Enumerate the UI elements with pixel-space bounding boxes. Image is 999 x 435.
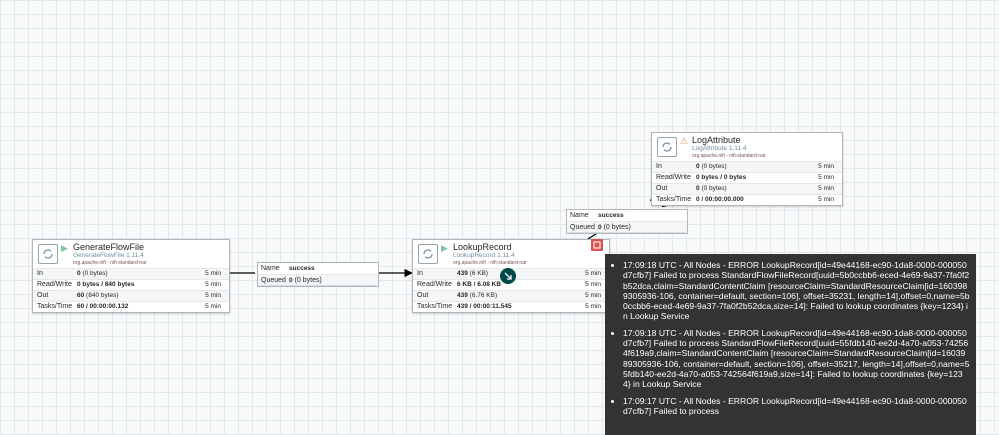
processor-generateflowfile[interactable]: ▶ GenerateFlowFile GenerateFlowFile 1.11… xyxy=(32,239,230,313)
processor-type: LookupRecord 1.11.4 xyxy=(453,252,515,259)
stat-time: 5 min xyxy=(205,292,221,299)
stat-label: Tasks/Time xyxy=(37,303,73,310)
play-icon: ▶ xyxy=(441,243,448,253)
stat-row-out: Out 439 (6.76 KB) 5 min xyxy=(413,290,609,301)
stat-value: 0 bytes / 840 bytes xyxy=(77,281,135,288)
stat-label: Read/Write xyxy=(417,281,452,288)
stat-time: 5 min xyxy=(818,185,834,192)
connection-name-row: Name success xyxy=(261,265,315,272)
stat-label: Out xyxy=(417,292,429,299)
stat-row-out: Out 0 (0 bytes) 5 min xyxy=(652,183,842,194)
stat-value: 0 / 00:00:00.000 xyxy=(696,196,744,203)
stat-value: 0 (0 bytes) xyxy=(696,163,727,170)
processor-name: GenerateFlowFile xyxy=(73,242,145,252)
connection-queued-row: Queued 0 (0 bytes) xyxy=(258,274,378,286)
processor-icon xyxy=(657,137,677,157)
connection-queued-row: Queued 0 (0 bytes) xyxy=(567,221,687,233)
stat-label: Tasks/Time xyxy=(656,196,692,203)
processor-type: GenerateFlowFile 1.11.4 xyxy=(73,252,144,259)
stat-time: 5 min xyxy=(585,303,601,310)
stat-value: 439 (6 KB) xyxy=(457,270,489,277)
bulletin-item: 17:09:18 UTC - All Nodes - ERROR LookupR… xyxy=(623,328,970,390)
processor-icon xyxy=(418,244,438,264)
stat-time: 5 min xyxy=(818,163,834,170)
processor-logattribute[interactable]: ⚠ LogAttribute LogAttribute 1.11.4 org.a… xyxy=(651,132,843,206)
bulletin-tooltip: 17:09:18 UTC - All Nodes - ERROR LookupR… xyxy=(605,254,976,435)
bulletin-item: 17:09:18 UTC - All Nodes - ERROR LookupR… xyxy=(623,260,970,322)
connection-label-success-1[interactable]: Name success Queued 0 (0 bytes) xyxy=(257,262,379,287)
stat-label: Read/Write xyxy=(656,174,691,181)
processor-name: LogAttribute xyxy=(692,135,741,145)
processor-bundle: org.apache.nifi - nifi-standard-nar xyxy=(73,260,147,266)
stat-time: 5 min xyxy=(205,270,221,277)
stat-row-readwrite: Read/Write 0 bytes / 840 bytes 5 min xyxy=(33,279,229,290)
stat-value: 439 / 00:00:11.545 xyxy=(457,303,512,310)
processor-icon xyxy=(38,244,58,264)
processor-type: LogAttribute 1.11.4 xyxy=(692,145,747,152)
play-icon: ▶ xyxy=(61,243,68,253)
stat-label: In xyxy=(656,163,662,170)
stat-label: Out xyxy=(37,292,49,299)
stat-label: In xyxy=(37,270,43,277)
stat-row-in: In 0 (0 bytes) 5 min xyxy=(33,268,229,279)
cursor-move-icon xyxy=(500,268,516,284)
stat-value: 6 KB / 6.08 KB xyxy=(457,281,502,288)
stat-value: 0 bytes / 0 bytes xyxy=(696,174,747,181)
stat-label: In xyxy=(417,270,423,277)
stat-label: Read/Write xyxy=(37,281,72,288)
connection-name-row: Name success xyxy=(570,212,624,219)
stat-label: Tasks/Time xyxy=(417,303,453,310)
stat-row-out: Out 60 (840 bytes) 5 min xyxy=(33,290,229,301)
stat-value: 60 (840 bytes) xyxy=(77,292,119,299)
bulletin-item: 17:09:17 UTC - All Nodes - ERROR LookupR… xyxy=(623,396,970,417)
stat-row-tasks: Tasks/Time 60 / 00:00:00.132 5 min xyxy=(33,301,229,312)
stat-value: 60 / 00:00:00.132 xyxy=(77,303,129,310)
stat-time: 5 min xyxy=(205,303,221,310)
stat-value: 0 (0 bytes) xyxy=(77,270,108,277)
stat-row-tasks: Tasks/Time 439 / 00:00:11.545 5 min xyxy=(413,301,609,312)
stat-time: 5 min xyxy=(818,174,834,181)
processor-name: LookupRecord xyxy=(453,242,512,252)
stat-label: Out xyxy=(656,185,668,192)
warning-icon: ⚠ xyxy=(680,136,689,146)
stat-time: 5 min xyxy=(585,270,601,277)
stat-value: 0 (0 bytes) xyxy=(696,185,727,192)
stat-time: 5 min xyxy=(205,281,221,288)
processor-bundle: org.apache.nifi - nifi-standard-nar xyxy=(453,260,527,266)
stat-time: 5 min xyxy=(818,196,834,203)
queue-bar xyxy=(260,285,376,286)
processor-bundle: org.apache.nifi - nifi-standard-nar xyxy=(692,153,766,159)
stat-row-in: In 0 (0 bytes) 5 min xyxy=(652,161,842,172)
stat-value: 439 (6.76 KB) xyxy=(457,292,498,299)
stat-row-tasks: Tasks/Time 0 / 00:00:00.000 5 min xyxy=(652,194,842,205)
stat-time: 5 min xyxy=(585,292,601,299)
queue-bar xyxy=(569,232,685,233)
stat-row-readwrite: Read/Write 0 bytes / 0 bytes 5 min xyxy=(652,172,842,183)
stat-time: 5 min xyxy=(585,281,601,288)
bulletin-icon[interactable] xyxy=(591,239,603,251)
connection-label-success-2[interactable]: Name success Queued 0 (0 bytes) xyxy=(566,209,688,234)
